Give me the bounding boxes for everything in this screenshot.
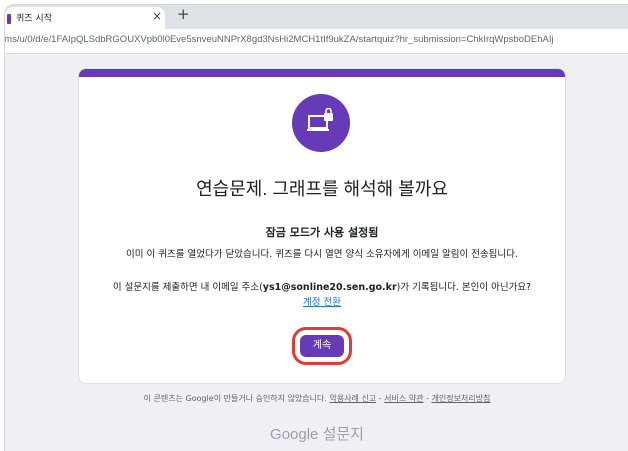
footer: 이 콘텐츠는 Google이 만들거나 승인하지 않았습니다. 악용사례 신고 … — [5, 393, 628, 404]
reopen-notice: 이미 이 퀴즈를 열었다가 닫았습니다. 퀴즈를 다시 열면 양식 소유자에게 … — [126, 249, 518, 260]
google-forms-logo: Google 설문지 — [270, 426, 364, 443]
footer-disclaimer: 이 콘텐츠는 Google이 만들거나 승인하지 않았습니다. — [143, 394, 327, 403]
quiz-title: 연습문제. 그래프를 해석해 볼까요 — [196, 179, 448, 199]
continue-button[interactable]: 계속 — [300, 335, 344, 357]
laptop-lock-icon — [292, 94, 350, 152]
browser-tab[interactable]: 퀴즈 시작 × — [5, 7, 165, 29]
switch-account-link[interactable]: 계정 전환 — [79, 294, 565, 308]
terms-link[interactable]: 서비스 약관 — [384, 394, 423, 403]
url-text[interactable]: rms/u/0/d/e/1FAIpQLSdbRGOUXVpb0l0Eve5snv… — [5, 34, 554, 45]
tab-title: 퀴즈 시작 — [16, 14, 52, 24]
card-accent-band — [79, 69, 565, 77]
email-suffix: )가 기록됩니다. 본인이 아닌가요? — [396, 282, 532, 293]
new-tab-icon[interactable]: + — [177, 5, 190, 23]
close-tab-icon[interactable]: × — [152, 9, 162, 23]
forms-favicon-icon — [7, 14, 11, 24]
locked-mode-heading: 잠금 모드가 사용 설정됨 — [265, 226, 379, 239]
email-notice: 이 설문지를 제출하면 내 이메일 주소(ys1@sonline20.sen.g… — [79, 279, 565, 293]
address-bar[interactable]: rms/u/0/d/e/1FAIpQLSdbRGOUXVpb0l0Eve5snv… — [5, 29, 628, 54]
user-email: ys1@sonline20.sen.go.kr — [262, 282, 397, 293]
locked-mode-card: 연습문제. 그래프를 해석해 볼까요 잠금 모드가 사용 설정됨 이미 이 퀴즈… — [78, 68, 566, 384]
privacy-link[interactable]: 개인정보처리방침 — [431, 394, 490, 403]
tab-strip: 퀴즈 시작 × + — [5, 5, 628, 29]
email-prefix: 이 설문지를 제출하면 내 이메일 주소( — [112, 282, 263, 293]
footer-separator: - — [376, 394, 385, 403]
browser-window: 퀴즈 시작 × + rms/u/0/d/e/1FAIpQLSdbRGOUXVpb… — [4, 4, 628, 451]
continue-highlight: 계속 — [292, 327, 352, 365]
report-abuse-link[interactable]: 악용사례 신고 — [329, 394, 376, 403]
